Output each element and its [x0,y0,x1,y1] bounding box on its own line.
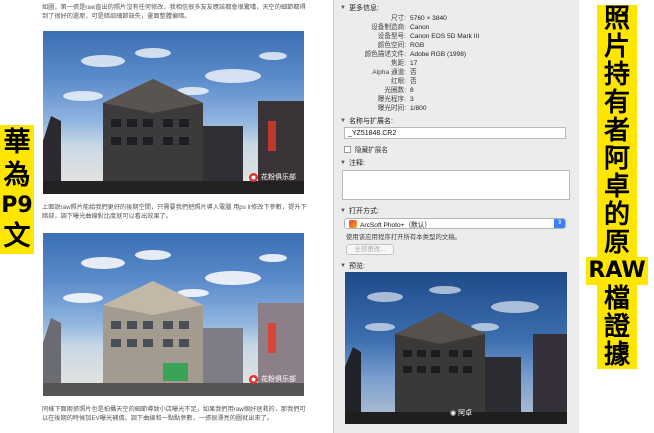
info-row: 颜色空间: RGB [377,42,425,49]
caption-char: 阿 [597,145,637,173]
open-with-select[interactable]: ArcSoft Photo+（默认） ⇕ [344,218,566,229]
checkbox-box[interactable] [344,145,351,153]
disclosure-triangle-icon[interactable]: ▼ [340,118,346,124]
section-title: 注释: [348,160,365,167]
article-photo-1: 花粉俱乐部 [43,31,304,194]
watermark-text: 花粉俱乐部 [261,376,296,383]
huawei-logo-icon [249,172,258,182]
filename-field[interactable] [344,127,566,139]
section-title: 更多信息: [348,5,379,12]
comments-textarea[interactable] [342,170,570,200]
caption-char: 持 [597,61,637,89]
checkbox-label: 隐藏扩展名 [355,147,388,154]
caption-char: 原 [597,229,637,257]
article-paragraph-1: 如圖，第一張是raw直出的照片沒有任何修改，我相信很多友友應該都會很驚嘆，天空的… [42,4,306,20]
caption-char: 華 [3,127,31,158]
huawei-logo-icon [249,374,258,384]
disclosure-triangle-icon[interactable]: ▼ [340,208,346,214]
info-row: 尺寸: 5760 × 3840 [390,15,447,22]
info-row: 设备型号: Canon EOS 5D Mark III [377,33,480,40]
info-row: 曝光程序: 3 [377,96,414,103]
caption-char: 卓 [597,173,637,201]
article-paragraph-2: 上面說raw照片能給我們更好的後期空間，只需要我們把照片導入電腦 用ps lr修… [42,204,307,220]
selected-app-label: ArcSoft Photo+（默认） [360,221,431,229]
preview-section-header[interactable]: ▼ 预览: [340,261,365,271]
section-title: 名称与扩展名: [348,118,393,125]
info-row: Alpha 通道: 否 [372,69,417,76]
file-info-panel: ▼ 更多信息: 尺寸: 5760 × 3840 设备制造商: Canon 设备型号:… [333,0,579,433]
caption-char: 據 [597,341,637,369]
caption-char: 為 [3,160,31,191]
caption-char: 有 [597,89,637,117]
name-extension-section-header[interactable]: ▼ 名称与扩展名: [340,116,393,126]
arcsoft-app-icon [349,219,357,228]
caption-char: P9 [1,193,33,218]
disclosure-triangle-icon[interactable]: ▼ [340,160,346,166]
preview-image: ◉ 阿卓 [345,272,567,424]
comments-section-header[interactable]: ▼ 注释: [340,158,365,168]
watermark-text: 花粉俱乐部 [261,174,296,181]
weibo-logo-icon: ◉ [450,410,457,417]
info-row: 焦距: 17 [390,60,418,67]
caption-char: 的 [597,201,637,229]
caption-char: 檔 [597,285,637,313]
watermark-text: 阿卓 [458,410,473,417]
photo-watermark: 花粉俱乐部 [249,374,296,384]
preview-watermark: ◉ 阿卓 [450,408,472,418]
select-arrows-icon[interactable]: ⇕ [554,219,565,228]
info-row: 曝光时间: 1/800 [377,105,427,112]
section-title: 预览: [348,263,365,270]
disclosure-triangle-icon[interactable]: ▼ [340,263,346,269]
open-with-hint: 使用该应用程序打开所有本类型的文稿。 [346,234,462,241]
info-row: 颜色描述文件: Adobe RGB (1998) [364,51,467,58]
photo-watermark: 花粉俱乐部 [249,172,296,182]
open-with-section-header[interactable]: ▼ 打开方式: [340,206,379,216]
info-row: 光圈数: 8 [384,87,414,94]
info-row: 设备制造商: Canon [371,24,430,31]
caption-char: RAW [586,257,648,285]
section-title: 打开方式: [348,208,379,215]
caption-char: 者 [597,117,637,145]
caption-char: 證 [597,313,637,341]
caption-char: 片 [597,33,637,61]
article-photo-2: 花粉俱乐部 [43,233,304,396]
article-column: 如圖，第一張是raw直出的照片沒有任何修改，我相信很多友友應該都會很驚嘆，天空的… [36,0,314,433]
disclosure-triangle-icon[interactable]: ▼ [340,5,346,11]
hide-extension-checkbox[interactable]: 隐藏扩展名 [344,144,388,154]
left-vertical-caption: 華 為 P9 文 [0,125,34,254]
article-paragraph-3: 同樣下面兩張照片也是拍攝天空的細節導致小店曝光不足，如果我們用raw個好拯救的，… [42,406,306,422]
caption-char: 照 [597,5,637,33]
right-vertical-caption: 照 片 持 有 者 阿 卓 的 原 RAW 檔 證 據 [582,2,652,372]
change-all-button[interactable]: 全部更改... [346,244,394,255]
more-info-section-header[interactable]: ▼ 更多信息: [340,3,379,13]
caption-char: 文 [3,221,31,252]
info-row: 红眼: 否 [390,78,417,85]
